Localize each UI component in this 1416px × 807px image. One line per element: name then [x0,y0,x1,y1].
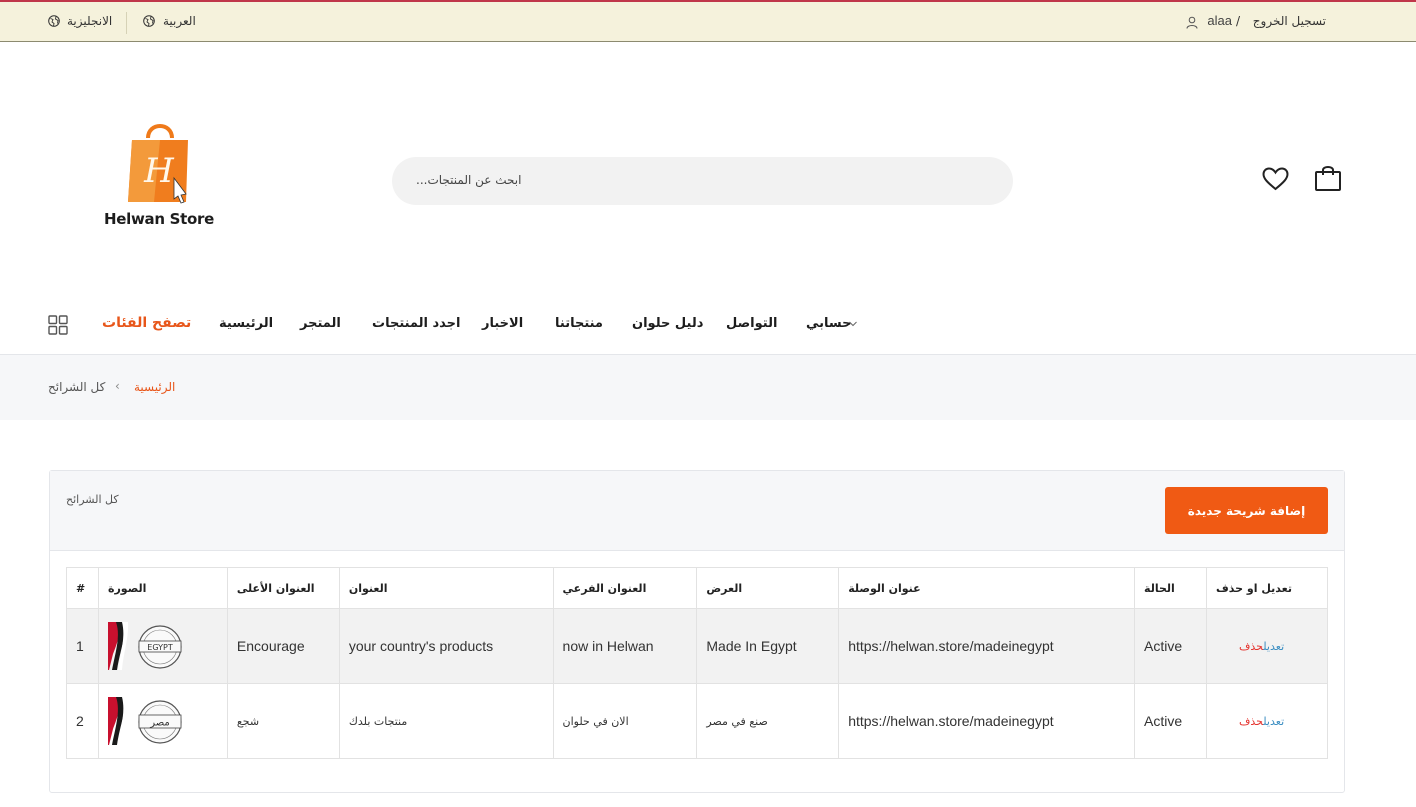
nav-helwan-guide[interactable]: دليل حلوان [632,316,703,331]
card-header: كل الشرائح إضافة شريحة جديدة [50,471,1344,551]
heart-icon[interactable] [1262,167,1289,191]
search-placeholder: ...ابحث عن المنتجات [416,173,522,187]
cell-top-title: Encourage [226,608,340,684]
lang-divider [126,12,127,34]
nav-shop[interactable]: المتجر [300,316,341,331]
lang-english-link[interactable]: الانجليزية [67,14,112,28]
nav-contact[interactable]: التواصل [726,316,777,331]
col-header-actions: تعديل او حذف [1206,567,1328,609]
edit-link[interactable]: تعديل [1263,715,1284,728]
slide-thumbnail: مصر [107,697,182,745]
cell-title: منتجات بلدك [338,683,554,759]
globe-icon [48,15,60,27]
edit-link[interactable]: تعديل [1263,640,1284,653]
thumbnail-logo-text: مصر [149,718,170,729]
cell-actions: تعديلحذف [1206,608,1328,684]
table-row: 2 مصر شجع منتجات بلدك الان في حلوان صنع … [66,683,1328,759]
cell-offer: Made In Egypt [696,608,840,684]
nav-new-products[interactable]: اجدد المنتجات [372,316,461,331]
add-slide-button[interactable]: إضافة شريحة جديدة [1165,487,1328,534]
cart-bag-icon[interactable] [1314,164,1342,192]
lang-arabic-link[interactable]: العربية [163,14,196,28]
breadcrumb: الرئيسية ‹ كل الشرائح [0,354,1416,420]
logout-link[interactable]: تسجيل الخروج [1253,14,1326,28]
delete-link[interactable]: حذف [1239,640,1263,653]
username[interactable]: alaa [1207,13,1232,28]
brand-name: Helwan Store [104,210,214,228]
col-header-offer: العرض [696,567,840,609]
slide-thumbnail: EGYPT [107,622,182,670]
cell-subtitle: الان في حلوان [552,683,698,759]
chevron-down-icon [849,321,857,327]
shopping-bag-logo-icon: H [128,124,188,204]
breadcrumb-current: كل الشرائح [48,380,106,394]
slides-card: كل الشرائح إضافة شريحة جديدة # الصورة ال… [49,470,1345,793]
cell-image: مصر [97,683,228,759]
browse-categories-link[interactable]: تصفح الفئات [102,315,191,331]
table-row: 1 EGYPT Encourage your country's product… [66,608,1328,684]
nav-news[interactable]: الاخبار [482,316,523,331]
cell-link: https://helwan.store/madeinegypt [838,608,1136,684]
cell-image: EGYPT [97,608,228,684]
cell-title: your country's products [338,608,554,684]
cell-actions: تعديلحذف [1206,683,1328,759]
delete-link[interactable]: حذف [1239,715,1263,728]
store-logo[interactable]: H Helwan Store [104,120,214,232]
col-header-subtitle: العنوان الفرعي [552,567,698,609]
globe-icon [143,15,155,27]
cell-link: https://helwan.store/madeinegypt [838,683,1136,759]
cell-num: 2 [66,683,99,759]
breadcrumb-separator: ‹ [115,379,120,393]
col-header-title: العنوان [338,567,554,609]
col-header-top-title: العنوان الأعلى [226,567,340,609]
cell-offer: صنع في مصر [696,683,840,759]
nav-our-products[interactable]: منتجاتنا [555,316,603,331]
categories-grid-icon[interactable] [48,315,68,335]
col-header-image: الصورة [97,567,228,609]
col-header-link: عنوان الوصلة [838,567,1136,609]
cell-top-title: شجع [226,683,340,759]
svg-text:H: H [143,151,175,191]
nav-my-account[interactable]: حسابي [806,316,852,331]
cell-num: 1 [66,608,99,684]
col-header-status: الحالة [1134,567,1207,609]
user-separator: / [1235,14,1240,28]
user-icon [1186,16,1198,29]
breadcrumb-home[interactable]: الرئيسية [134,380,175,394]
table-header-row: # الصورة العنوان الأعلى العنوان العنوان … [66,567,1328,609]
thumbnail-logo-text: EGYPT [147,643,173,652]
cell-subtitle: now in Helwan [552,608,698,684]
cell-status: Active [1134,683,1207,759]
cell-status: Active [1134,608,1207,684]
top-bar: تسجيل الخروج / alaa العربية الانجليزية [0,0,1416,42]
card-title: كل الشرائح [66,493,119,506]
nav-home[interactable]: الرئيسية [219,316,273,331]
slides-table: # الصورة العنوان الأعلى العنوان العنوان … [66,567,1328,759]
col-header-num: # [66,567,99,609]
